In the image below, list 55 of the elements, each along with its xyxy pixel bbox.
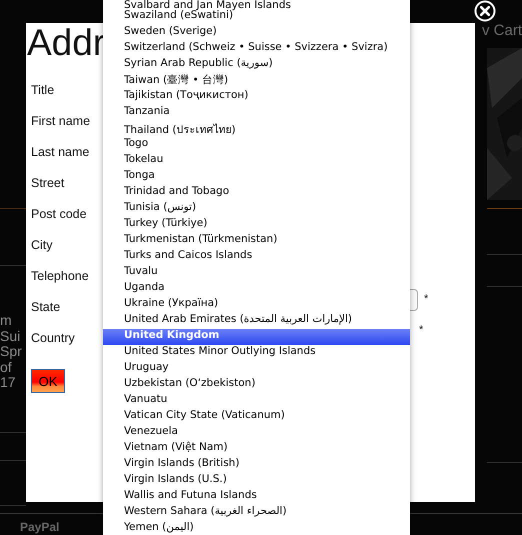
field-label: City bbox=[31, 237, 54, 253]
field-label: Post code bbox=[31, 206, 88, 222]
field-label: Street bbox=[31, 175, 66, 191]
country-option[interactable]: Venezuela bbox=[103, 425, 410, 441]
country-option[interactable]: Swaziland (eSwatini) bbox=[103, 9, 410, 25]
country-option[interactable]: Turks and Caicos Islands bbox=[103, 249, 410, 265]
country-option[interactable]: Uruguay bbox=[103, 361, 410, 377]
country-option[interactable]: Tokelau bbox=[103, 153, 410, 169]
country-option[interactable]: Uzbekistan (O‘zbekiston) bbox=[103, 377, 410, 393]
background-text: Spr bbox=[0, 344, 22, 360]
country-option[interactable]: Turkmenistan (Türkmenistan) bbox=[103, 233, 410, 249]
field-label: Country bbox=[31, 330, 76, 346]
footer-text: PayPal bbox=[20, 520, 60, 534]
country-option[interactable]: United Kingdom bbox=[103, 329, 410, 345]
background-text: m bbox=[0, 313, 12, 328]
background-text: of bbox=[0, 360, 12, 375]
country-dropdown[interactable] bbox=[103, 0, 410, 535]
cart-link[interactable]: v Cart bbox=[482, 22, 522, 39]
country-option[interactable]: Tuvalu bbox=[103, 265, 410, 281]
country-option[interactable]: Switzerland (Schweiz • Suisse • Svizzera • Svizra) bbox=[103, 41, 410, 57]
field-label: Last name bbox=[31, 144, 90, 160]
country-option[interactable]: United Arab Emirates (الإمارات العربية المتحدة) bbox=[103, 313, 410, 329]
country-option[interactable]: Togo bbox=[103, 137, 410, 153]
country-option[interactable]: Syrian Arab Republic (سورية) bbox=[103, 57, 410, 73]
country-option[interactable]: Turkey (Türkiye) bbox=[103, 217, 410, 233]
country-option[interactable]: Sweden (Sverige) bbox=[103, 25, 410, 41]
background-text: Sui bbox=[0, 328, 20, 344]
country-option[interactable]: Virgin Islands (British) bbox=[103, 457, 410, 473]
country-option[interactable]: Yemen (اليمن) bbox=[103, 521, 410, 535]
country-option[interactable]: Ukraine (Україна) bbox=[103, 297, 410, 313]
country-option[interactable]: Tanzania bbox=[103, 105, 410, 121]
dialog-title: Addr bbox=[27, 23, 106, 63]
country-option[interactable]: Trinidad and Tobago bbox=[103, 185, 410, 201]
required-mark: * bbox=[424, 293, 428, 305]
field-label: First name bbox=[31, 113, 92, 129]
field-label: State bbox=[31, 299, 62, 315]
field-label: Telephone bbox=[31, 268, 90, 284]
country-option[interactable]: Western Sahara (الصحراء الغربية) bbox=[103, 505, 410, 521]
country-option[interactable]: Tunisia (تونس) bbox=[103, 201, 410, 217]
country-option[interactable]: Uganda bbox=[103, 281, 410, 297]
country-option[interactable]: Taiwan (臺灣 • 台灣) bbox=[103, 73, 410, 89]
country-option[interactable]: Tonga bbox=[103, 169, 410, 185]
country-option[interactable]: Thailand (ประเทศไทย) bbox=[103, 121, 410, 137]
field-label: Title bbox=[31, 82, 56, 98]
country-option[interactable]: Svalbard and Jan Mayen Islands bbox=[103, 0, 410, 9]
country-option[interactable]: Vanuatu bbox=[103, 393, 410, 409]
required-mark: * bbox=[419, 324, 424, 336]
country-option[interactable]: Vietnam (Việt Nam) bbox=[103, 441, 410, 457]
country-option[interactable]: United States Minor Outlying Islands bbox=[103, 345, 410, 361]
country-option[interactable]: Tajikistan (Тоҷикистон) bbox=[103, 89, 410, 105]
ok-button[interactable]: OK bbox=[31, 369, 65, 393]
background-text: 17 bbox=[0, 375, 16, 390]
country-option[interactable]: Vatican City State (Vaticanum) bbox=[103, 409, 410, 425]
country-option[interactable]: Virgin Islands (U.S.) bbox=[103, 473, 410, 489]
country-option[interactable]: Wallis and Futuna Islands bbox=[103, 489, 410, 505]
